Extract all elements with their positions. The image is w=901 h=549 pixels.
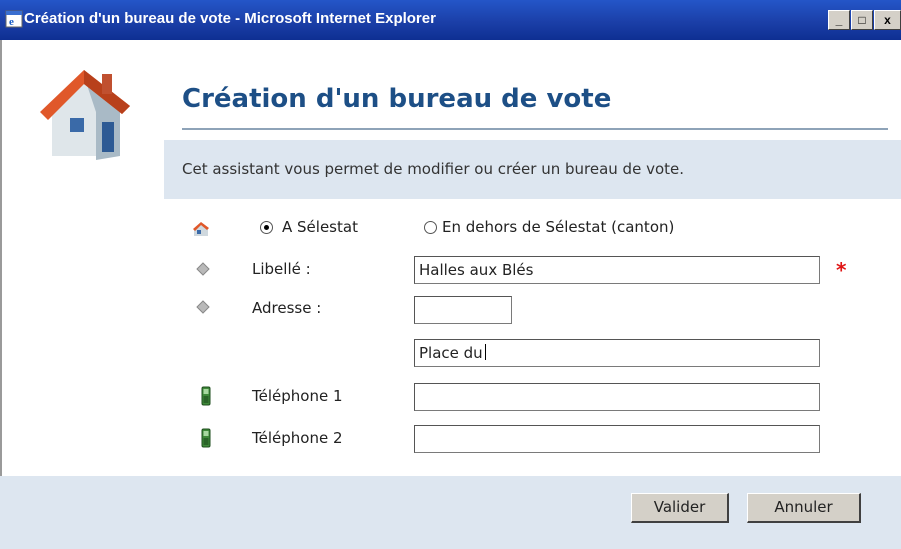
radio-hors-selestat-label: En dehors de Sélestat (canton) — [442, 218, 675, 236]
window-titlebar: e Création d'un bureau de vote - Microso… — [0, 0, 901, 40]
window-title: Création d'un bureau de vote - Microsoft… — [24, 10, 436, 27]
svg-text:e: e — [9, 16, 14, 28]
diamond-bullet-icon — [196, 300, 210, 314]
ie-page-icon: e — [5, 10, 23, 28]
radio-a-selestat-label: A Sélestat — [282, 218, 358, 236]
phone-icon — [201, 386, 211, 406]
adresse-street-value: Place du — [419, 344, 483, 362]
phone-icon — [201, 428, 211, 448]
house-icon — [40, 70, 130, 160]
telephone2-label: Téléphone 2 — [252, 429, 343, 447]
required-marker: * — [836, 258, 847, 282]
description-panel: Cet assistant vous permet de modifier ou… — [164, 140, 901, 199]
adresse-number-input[interactable] — [414, 296, 512, 324]
diamond-bullet-icon — [196, 262, 210, 276]
maximize-button[interactable]: □ — [851, 10, 873, 30]
description-text: Cet assistant vous permet de modifier ou… — [182, 160, 685, 178]
house-small-icon — [193, 222, 209, 236]
valider-button[interactable]: Valider — [631, 493, 729, 523]
telephone1-label: Téléphone 1 — [252, 387, 343, 405]
title-divider — [182, 128, 888, 130]
text-cursor — [484, 344, 486, 360]
libelle-input[interactable]: Halles aux Blés — [414, 256, 820, 284]
telephone2-input[interactable] — [414, 425, 820, 453]
adresse-street-input[interactable]: Place du — [414, 339, 820, 367]
footer-bar: Valider Annuler — [0, 476, 901, 549]
radio-a-selestat[interactable] — [260, 221, 273, 234]
telephone1-input[interactable] — [414, 383, 820, 411]
page-title: Création d'un bureau de vote — [182, 84, 612, 114]
annuler-button[interactable]: Annuler — [747, 493, 861, 523]
window-border — [0, 40, 2, 549]
close-button[interactable]: x — [874, 10, 901, 30]
minimize-button[interactable]: _ — [828, 10, 850, 30]
radio-hors-selestat[interactable] — [424, 221, 437, 234]
libelle-label: Libellé : — [252, 260, 311, 278]
adresse-label: Adresse : — [252, 299, 322, 317]
